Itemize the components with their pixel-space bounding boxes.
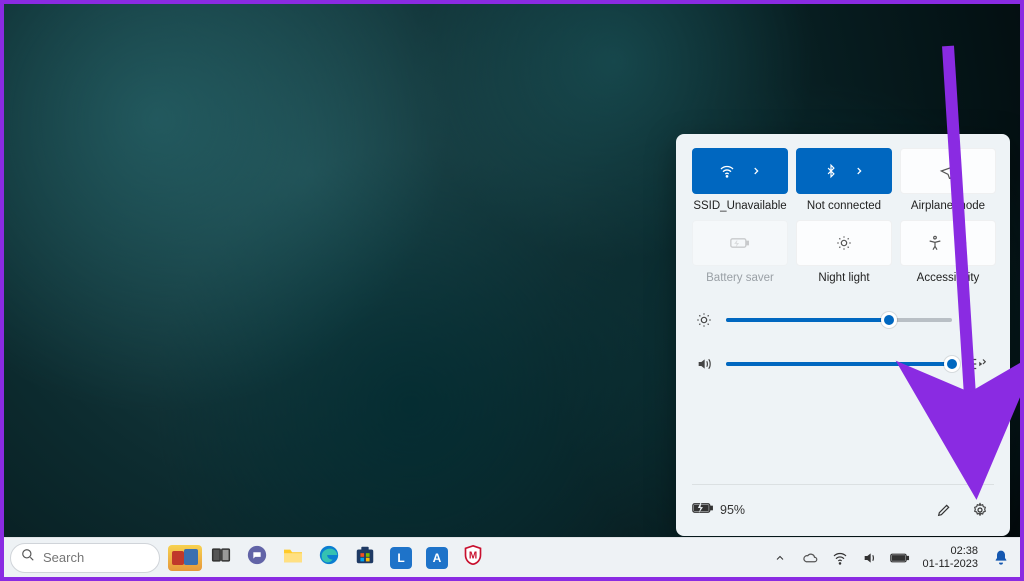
volume-slider[interactable] — [726, 362, 952, 366]
brightness-row — [696, 312, 990, 328]
bluetooth-label: Not connected — [807, 200, 881, 212]
tile-accessibility: Accessibility — [900, 220, 996, 284]
task-view-icon — [211, 546, 231, 569]
l-icon: L — [390, 547, 412, 569]
accessibility-label: Accessibility — [917, 272, 980, 284]
settings-button[interactable] — [966, 496, 994, 524]
wifi-label: SSID_Unavailable — [693, 200, 786, 212]
chat-button[interactable] — [240, 541, 274, 575]
tile-bluetooth: Not connected — [796, 148, 892, 212]
quick-settings-footer: 95% — [692, 484, 994, 524]
wifi-expand-chevron[interactable] — [751, 163, 761, 179]
volume-tray-icon[interactable] — [857, 541, 883, 575]
edge-button[interactable] — [312, 541, 346, 575]
wifi-toggle[interactable] — [692, 148, 788, 194]
night-light-toggle[interactable] — [796, 220, 892, 266]
app-l-button[interactable]: L — [384, 541, 418, 575]
bluetooth-icon — [824, 163, 838, 179]
night-light-icon — [836, 235, 852, 251]
task-view-button[interactable] — [204, 541, 238, 575]
file-explorer-button[interactable] — [276, 541, 310, 575]
sound-output-button[interactable] — [964, 357, 990, 371]
search-icon — [21, 548, 35, 567]
edit-quick-settings-button[interactable] — [930, 496, 958, 524]
accessibility-toggle[interactable] — [900, 220, 996, 266]
brightness-icon — [696, 312, 714, 328]
battery-saver-label: Battery saver — [706, 272, 774, 284]
tile-wifi: SSID_Unavailable — [692, 148, 788, 212]
battery-percent: 95% — [720, 503, 745, 517]
store-icon — [354, 544, 376, 571]
system-tray: 02:38 01-11-2023 — [767, 541, 1014, 575]
tray-overflow-button[interactable] — [767, 541, 793, 575]
volume-row — [696, 356, 990, 372]
network-tray-icon[interactable] — [827, 541, 853, 575]
battery-status[interactable]: 95% — [692, 501, 745, 518]
airplane-label: Airplane mode — [911, 200, 985, 212]
a-icon: A — [426, 547, 448, 569]
tile-night-light: Night light — [796, 220, 892, 284]
castle-icon — [168, 545, 202, 571]
volume-icon — [696, 356, 714, 372]
sliders-area — [692, 312, 994, 372]
accessibility-icon — [927, 235, 943, 251]
night-light-label: Night light — [818, 272, 869, 284]
bluetooth-expand-chevron[interactable] — [854, 163, 864, 179]
taskbar: L A M 02:38 01-11-2023 — [4, 537, 1020, 577]
mcafee-icon: M — [463, 544, 483, 571]
taskbar-clock[interactable]: 02:38 01-11-2023 — [917, 545, 984, 570]
tile-airplane: Airplane mode — [900, 148, 996, 212]
airplane-toggle[interactable] — [900, 148, 996, 194]
battery-saver-toggle — [692, 220, 788, 266]
quick-settings-grid: SSID_Unavailable Not connected Airplane … — [692, 148, 994, 284]
notifications-button[interactable] — [988, 549, 1014, 567]
clock-date: 01-11-2023 — [923, 558, 978, 571]
tile-battery-saver: Battery saver — [692, 220, 788, 284]
wifi-icon — [719, 163, 735, 179]
accessibility-expand-chevron[interactable] — [959, 235, 969, 251]
onedrive-tray-icon[interactable] — [797, 541, 823, 575]
app-a-button[interactable]: A — [420, 541, 454, 575]
taskbar-pinned-apps: L A M — [168, 541, 490, 575]
quick-settings-panel: SSID_Unavailable Not connected Airplane … — [676, 134, 1010, 536]
taskbar-search[interactable] — [10, 543, 160, 573]
widgets-button[interactable] — [168, 541, 202, 575]
edge-icon — [318, 544, 340, 571]
mcafee-button[interactable]: M — [456, 541, 490, 575]
battery-saver-icon — [730, 236, 750, 250]
clock-time: 02:38 — [950, 545, 978, 558]
bluetooth-toggle[interactable] — [796, 148, 892, 194]
search-input[interactable] — [43, 550, 133, 565]
brightness-slider[interactable] — [726, 318, 952, 322]
file-explorer-icon — [282, 546, 304, 569]
battery-tray-icon[interactable] — [887, 541, 913, 575]
airplane-icon — [939, 163, 957, 179]
microsoft-store-button[interactable] — [348, 541, 382, 575]
svg-text:M: M — [469, 550, 477, 561]
chat-icon — [246, 544, 268, 571]
battery-charging-icon — [692, 501, 714, 518]
